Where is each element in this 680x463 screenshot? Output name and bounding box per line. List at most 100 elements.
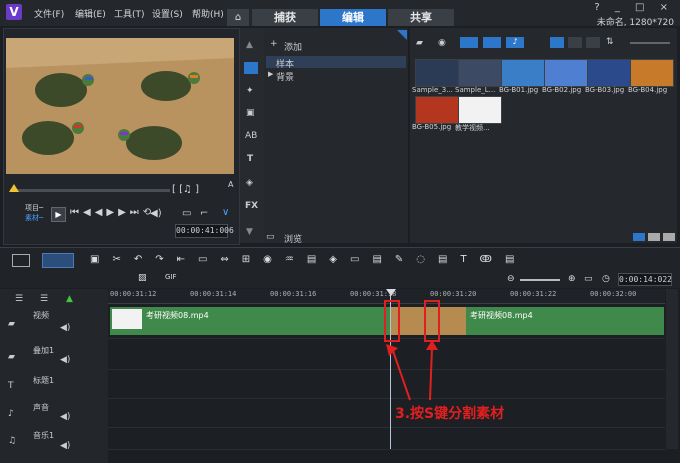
speaker-icon[interactable]: ◀)	[60, 441, 70, 451]
tab-capture[interactable]: 捕获	[252, 9, 318, 26]
track-name-overlay: 叠加1	[33, 346, 55, 355]
preview-timecode[interactable]: 00:00:41:006	[175, 224, 234, 238]
thumb-sample-3[interactable]	[415, 59, 459, 87]
view-grid-icon[interactable]	[586, 37, 600, 48]
view-thumb-icon[interactable]	[550, 37, 564, 48]
menu-tools[interactable]: 工具(T)	[114, 7, 145, 20]
timeline-view-icon[interactable]	[42, 253, 74, 268]
tab-share[interactable]: 共享	[388, 9, 454, 26]
filter-audio-icon[interactable]: ♪	[506, 37, 524, 48]
browse-button[interactable]: 浏览	[284, 232, 302, 245]
scroll-up-icon[interactable]: ▲	[246, 40, 253, 50]
zoom-in-icon[interactable]: ⊕	[568, 274, 576, 284]
thumb-label: BG-B03.jpg	[585, 86, 625, 94]
project-mode-label[interactable]: 项目─	[25, 203, 43, 213]
thumb-size-slider[interactable]	[630, 42, 670, 44]
edit-tools-row[interactable]: ▣✂↶↷⇤▭⇔⊞◉♒▤◈▭▤✎◌▤Tↂ▤	[90, 254, 527, 265]
track-manager-icon[interactable]: ☰	[15, 294, 23, 304]
thumb-bg-b04[interactable]	[630, 59, 674, 87]
thumb-sample-l[interactable]	[458, 59, 502, 87]
split-marker-left	[384, 300, 400, 342]
preview-scrubber[interactable]	[10, 189, 170, 192]
ripple-icon[interactable]: ▲	[66, 294, 73, 304]
graphic-icon[interactable]: ◈	[246, 178, 253, 188]
media-icon[interactable]	[244, 62, 258, 74]
browse-icon[interactable]: ▭	[266, 232, 275, 242]
scrubber-handle[interactable]	[9, 184, 19, 192]
gif-tool-icon[interactable]: GIF	[165, 273, 177, 281]
template-icon[interactable]: ▣	[246, 108, 255, 118]
timeline-scrollbar[interactable]	[666, 289, 678, 449]
window-controls[interactable]: ? _ □ ×	[594, 2, 674, 13]
panel-option-icon[interactable]	[663, 233, 675, 241]
title-icon[interactable]: T	[247, 154, 253, 164]
panel-option-icon[interactable]	[633, 233, 645, 241]
tab-edit[interactable]: 编辑	[320, 9, 386, 26]
chevron-down-icon[interactable]: ∨	[222, 207, 229, 218]
clip-mode-label[interactable]: 素材─	[25, 213, 43, 223]
thumb-bg-b01[interactable]	[501, 59, 545, 87]
view-list-icon[interactable]	[568, 37, 582, 48]
thumb-bg-b05[interactable]	[415, 96, 459, 124]
annotation-text: 3.按S键分割素材	[395, 406, 505, 422]
tree-item-background[interactable]: 背景	[276, 70, 294, 83]
folder-icon[interactable]: ▰	[416, 38, 423, 48]
thumb-label: BG-B05.jpg	[412, 123, 452, 131]
record-icon[interactable]: ◉	[438, 38, 446, 48]
volume-icon[interactable]: ◀)	[150, 208, 162, 219]
record-tool-icon[interactable]: ▨	[138, 273, 147, 283]
app-logo: V	[6, 4, 22, 20]
menu-file[interactable]: 文件(F)	[34, 7, 64, 20]
zoom-out-icon[interactable]: ⊖	[507, 274, 515, 284]
playhead-handle[interactable]	[386, 289, 396, 296]
ruler-tick: 00:00:31:12	[110, 290, 157, 298]
menu-edit[interactable]: 编辑(E)	[75, 7, 106, 20]
thumb-teaching-video[interactable]	[458, 96, 502, 124]
add-icon[interactable]: +	[270, 39, 278, 49]
clock-icon[interactable]: ◷	[602, 274, 610, 284]
thumb-label: Sample_3...	[412, 86, 453, 94]
video-clip[interactable]: 考研视频08.mp4	[110, 307, 391, 335]
zoom-label: A	[228, 180, 234, 189]
play-button[interactable]: ▶	[51, 207, 66, 222]
transport-buttons[interactable]: ⏮◀◀▶▶⏭⟲	[70, 207, 155, 218]
library-tree: + 添加 样本 ▶ 背景 ▭ 浏览	[264, 28, 408, 245]
menu-help[interactable]: 帮助(H)	[192, 7, 224, 20]
storyboard-view-icon[interactable]	[12, 254, 30, 267]
tree-item-samples[interactable]: 样本	[276, 57, 294, 70]
speaker-icon[interactable]: ◀)	[60, 412, 70, 422]
speaker-icon[interactable]: ◀)	[60, 355, 70, 365]
video-clip[interactable]: 考研视频08.mp4	[466, 307, 664, 335]
filter-video-icon[interactable]	[460, 37, 478, 48]
hd-icon[interactable]: ▭	[182, 208, 191, 219]
menu-settings[interactable]: 设置(S)	[152, 7, 183, 20]
filter-photo-icon[interactable]	[483, 37, 501, 48]
fit-icon[interactable]: ▭	[584, 274, 593, 284]
ruler-tick: 00:00:31:22	[510, 290, 557, 298]
thumb-bg-b03[interactable]	[587, 59, 631, 87]
home-icon[interactable]: ⌂	[227, 9, 249, 26]
zoom-slider[interactable]	[520, 279, 560, 281]
track-name-music: 音乐1	[33, 431, 55, 440]
sort-icon[interactable]: ⇅	[606, 37, 614, 47]
trim-buttons[interactable]: [ [♫ ]	[172, 184, 199, 195]
timeline-toolbar: ▣✂↶↷⇤▭⇔⊞◉♒▤◈▭▤✎◌▤Tↂ▤ ▨ GIF ⊖ ⊕ ▭ ◷ 0:00:…	[0, 247, 680, 288]
thumb-label: Sample_L...	[455, 86, 496, 94]
instant-project-icon[interactable]: ✦	[246, 86, 254, 96]
clip-thumbnail	[112, 309, 142, 329]
fx-icon[interactable]: FX	[245, 201, 258, 211]
scroll-down-icon[interactable]: ▼	[246, 227, 253, 237]
corner-flag	[397, 30, 407, 40]
add-folder-label[interactable]: 添加	[284, 40, 302, 53]
speaker-icon[interactable]: ◀)	[60, 323, 70, 333]
music-track-lane[interactable]	[108, 428, 665, 450]
panel-option-icon[interactable]	[648, 233, 660, 241]
crop-icon[interactable]: ⌐	[200, 208, 208, 219]
expand-icon[interactable]: ▶	[268, 70, 273, 78]
ruler-tick: 00:00:31:16	[270, 290, 317, 298]
transition-icon[interactable]: AB	[245, 131, 257, 141]
thumb-bg-b02[interactable]	[544, 59, 588, 87]
chapter-icon[interactable]: ☰	[40, 294, 48, 304]
thumb-label: BG-B01.jpg	[499, 86, 539, 94]
track-name-voice: 声音	[33, 403, 49, 412]
